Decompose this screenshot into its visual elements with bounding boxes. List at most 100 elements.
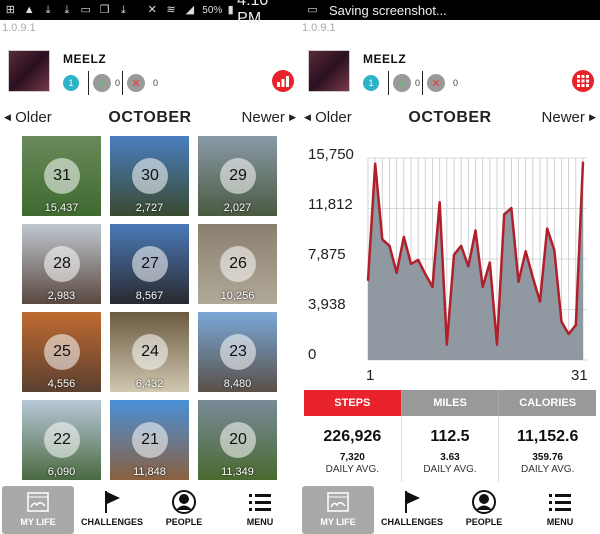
day-photo-tile[interactable]: 25 4,556 — [22, 312, 101, 392]
day-number: 23 — [220, 334, 256, 370]
tab-miles[interactable]: MILES — [400, 390, 499, 416]
data-point-day-3 — [381, 238, 384, 241]
data-point-day-22 — [517, 281, 520, 283]
month-navigation: ◀ Older OCTOBER Newer ▶ — [300, 103, 600, 131]
day-steps: 2,983 — [47, 290, 76, 302]
status-bar: ▭ Saving screenshot... — [300, 0, 600, 20]
metric-total: 226,926 — [323, 428, 382, 445]
battery-percent: 50% — [202, 4, 223, 16]
data-point-day-11 — [438, 201, 441, 204]
metric-daily-avg: 3.63 — [440, 452, 460, 463]
day-number: 31 — [44, 158, 80, 194]
nav-challenges[interactable]: CHALLENGES — [376, 486, 448, 534]
my-life-photos-screen: ⊞ ▲ ⤓ ⤓ ▭ ❐ ⤓ ✕ ≋ ◢ 50% ▮ 4:10 PM 1.0.9.… — [0, 0, 300, 534]
battery-icon: ▮ — [227, 4, 234, 16]
data-point-day-1 — [367, 279, 369, 282]
day-photo-tile[interactable]: 31 15,437 — [22, 136, 101, 216]
username: MEELZ — [363, 52, 407, 66]
day-photo-tile[interactable]: 27 8,567 — [110, 224, 189, 304]
chart-view-button[interactable] — [272, 70, 294, 92]
flag-icon — [76, 486, 148, 514]
check-icon: ✓ — [93, 74, 111, 92]
chart-plot — [366, 157, 587, 361]
nav-label: CHALLENGES — [380, 517, 443, 527]
day-photo-tile[interactable]: 28 2,983 — [22, 224, 101, 304]
day-photo-tile[interactable]: 29 2,027 — [198, 136, 277, 216]
data-point-day-31 — [582, 161, 584, 163]
newer-label: Newer — [541, 109, 585, 126]
profile-stats: 1 ✓ 0 ✕ 0 — [63, 69, 158, 97]
newer-label: Newer — [241, 109, 285, 126]
nav-label: PEOPLE — [165, 517, 203, 527]
day-number: 29 — [220, 158, 256, 194]
nav-people[interactable]: PEOPLE — [148, 486, 220, 534]
day-photo-tile[interactable]: 30 2,727 — [110, 136, 189, 216]
level-badge: 1 — [363, 75, 379, 91]
nav-my-life[interactable]: MY LIFE — [302, 486, 374, 534]
nav-label: PEOPLE — [465, 517, 503, 527]
data-point-day-6 — [403, 236, 405, 238]
completed-count: 0 — [115, 78, 121, 88]
image-icon: ▭ — [80, 4, 91, 16]
nav-my-life[interactable]: MY LIFE — [2, 486, 74, 534]
add-icon: ⊞ — [5, 4, 16, 16]
profile-header: MEELZ 1 ✓ 0 ✕ 0 — [0, 36, 300, 95]
my-life-icon — [2, 486, 74, 514]
metric-daily-avg: 7,320 — [339, 452, 365, 463]
day-photo-tile[interactable]: 22 6,090 — [22, 400, 101, 480]
day-photo-tile[interactable]: 23 8,480 — [198, 312, 277, 392]
newer-button[interactable]: Newer ▶ — [242, 109, 296, 126]
data-point-day-17 — [481, 286, 484, 288]
day-steps: 2,027 — [223, 202, 252, 214]
day-photo-tile[interactable]: 26 10,256 — [198, 224, 277, 304]
data-point-day-9 — [424, 273, 427, 275]
avatar[interactable] — [8, 50, 50, 92]
metric-totals: 226,926 7,320 DAILY AVG. 112.5 3.63 DAILY AVG… — [304, 416, 596, 482]
nav-label: MENU — [546, 517, 574, 527]
data-point-day-18 — [489, 261, 491, 264]
profile-stats: 1 ✓ 0 ✕ 0 — [363, 69, 458, 97]
day-number: 28 — [44, 246, 80, 282]
newer-button[interactable]: Newer ▶ — [542, 109, 596, 126]
day-steps: 11,848 — [133, 466, 166, 478]
grid-view-button[interactable] — [572, 70, 594, 92]
clock: 4:10 PM — [237, 0, 269, 27]
divider — [422, 71, 424, 95]
day-number: 20 — [220, 422, 256, 458]
day-steps: 11,349 — [221, 466, 254, 478]
mute-icon: ✕ — [147, 4, 157, 16]
day-number: 27 — [132, 246, 168, 282]
calendar-icon: ❐ — [99, 4, 110, 16]
nav-challenges[interactable]: CHALLENGES — [76, 486, 148, 534]
data-point-day-26 — [546, 227, 548, 230]
nav-menu[interactable]: MENU — [524, 486, 596, 534]
data-point-day-4 — [388, 245, 391, 247]
metric-tabs: STEPS MILES CALORIES — [304, 390, 597, 416]
data-point-day-12 — [446, 343, 448, 346]
metric-summary: 11,152.6 359.76 DAILY AVG. — [498, 416, 596, 482]
divider — [88, 71, 89, 95]
month-navigation: ◀ Older OCTOBER Newer ▶ — [0, 103, 300, 131]
daily-avg-label: DAILY AVG. — [423, 464, 477, 475]
warning-icon: ▲ — [23, 4, 35, 16]
day-steps: 8,567 — [135, 290, 164, 302]
day-steps: 6,432 — [135, 378, 164, 390]
app-version: 1.0.9.1 — [302, 22, 336, 34]
metric-summary: 226,926 7,320 DAILY AVG. — [304, 416, 401, 482]
data-point-day-2 — [374, 162, 376, 165]
nav-menu[interactable]: MENU — [224, 486, 296, 534]
data-point-day-24 — [532, 276, 534, 279]
notification-text: Saving screenshot... — [329, 2, 447, 18]
nav-people[interactable]: PEOPLE — [448, 486, 520, 534]
day-photo-tile[interactable]: 20 11,349 — [198, 400, 277, 480]
username: MEELZ — [63, 52, 107, 66]
avatar[interactable] — [308, 50, 350, 92]
day-photo-tile[interactable]: 21 11,848 — [110, 400, 189, 480]
data-point-day-10 — [431, 286, 434, 288]
tab-calories[interactable]: CALORIES — [498, 390, 597, 416]
day-steps: 6,090 — [47, 466, 76, 478]
data-point-day-20 — [503, 213, 505, 216]
failed-count: 0 — [153, 78, 159, 88]
tab-steps[interactable]: STEPS — [304, 390, 401, 416]
day-photo-tile[interactable]: 24 6,432 — [110, 312, 189, 392]
